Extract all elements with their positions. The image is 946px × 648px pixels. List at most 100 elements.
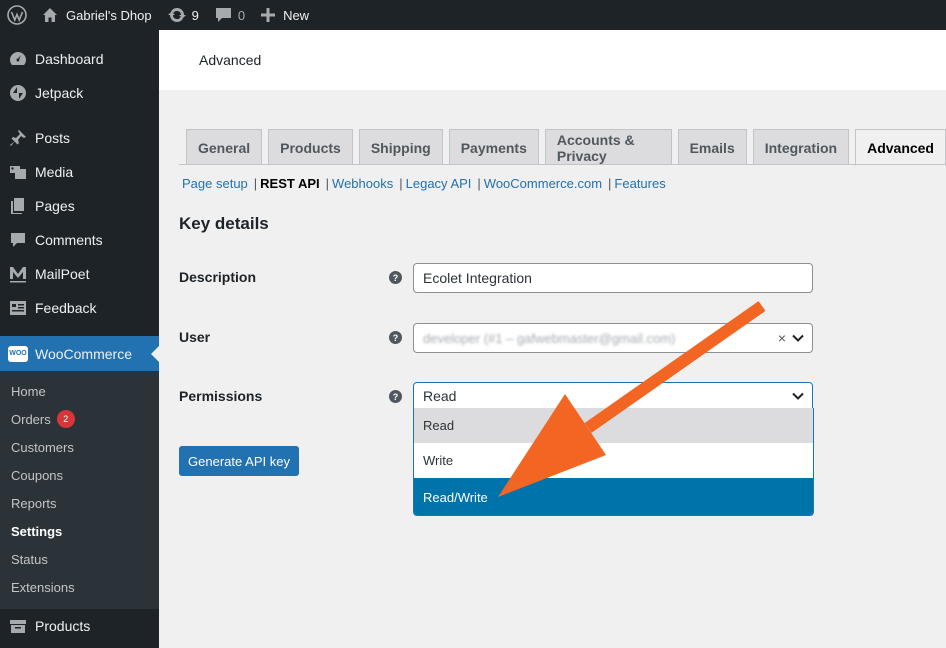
sidebar-item-label: MailPoet xyxy=(35,266,90,282)
comments-count: 0 xyxy=(237,7,246,23)
site-name: Gabriel's Dhop xyxy=(66,7,152,23)
tab-products[interactable]: Products xyxy=(268,129,353,165)
permissions-label: Permissions xyxy=(179,388,263,404)
tabs-divider xyxy=(179,164,946,165)
sidebar-item-label: Products xyxy=(35,618,91,634)
user-select[interactable]: developer (#1 – gafwebmaster@gmail.com) … xyxy=(413,323,813,353)
subsection-legacy-api[interactable]: Legacy API xyxy=(406,176,472,191)
sidebar-item-label: Jetpack xyxy=(35,85,84,101)
subsection-page-setup[interactable]: Page setup xyxy=(182,176,248,191)
sidebar-item-posts[interactable]: Posts xyxy=(0,121,159,155)
tab-general[interactable]: General xyxy=(186,129,263,165)
subsection-features[interactable]: Features xyxy=(614,176,665,191)
help-icon[interactable]: ? xyxy=(389,331,402,344)
sidebar-item-comments[interactable]: Comments xyxy=(0,223,159,257)
description-label: Description xyxy=(179,269,257,285)
subsection-separator: | xyxy=(325,176,330,191)
comments-link[interactable]: 0 xyxy=(207,0,253,30)
subsection-separator: | xyxy=(608,176,612,191)
jetpack-icon xyxy=(8,83,28,103)
permission-option-write[interactable]: Write xyxy=(414,443,813,478)
new-label: New xyxy=(283,7,310,23)
description-input[interactable]: Ecolet Integration xyxy=(413,263,813,293)
sidebar-item-label: Pages xyxy=(35,198,75,214)
submenu-item-extensions[interactable]: Extensions xyxy=(0,573,159,601)
tab-emails[interactable]: Emails xyxy=(677,129,747,165)
woocommerce-submenu: Home Orders 2 Customers Coupons Reports … xyxy=(0,371,159,609)
sidebar-item-woocommerce[interactable]: WOO WooCommerce xyxy=(0,336,159,371)
description-value: Ecolet Integration xyxy=(423,270,532,286)
sidebar-item-label: Comments xyxy=(35,232,103,248)
key-details-heading: Key details xyxy=(179,214,269,233)
sidebar-item-label: Posts xyxy=(35,130,71,146)
home-icon xyxy=(43,8,57,22)
sidebar-item-label: Feedback xyxy=(35,300,97,316)
site-name-link[interactable]: Gabriel's Dhop xyxy=(34,0,160,30)
media-icon xyxy=(8,162,28,182)
sidebar-item-feedback[interactable]: Feedback xyxy=(0,291,159,325)
permissions-select[interactable]: Read xyxy=(413,382,813,409)
sidebar-item-mailpoet[interactable]: MailPoet xyxy=(0,257,159,291)
user-value: developer (#1 – gafwebmaster@gmail.com) xyxy=(423,330,676,346)
woo-badge-text: WOO xyxy=(8,345,28,362)
submenu-item-orders[interactable]: Orders 2 xyxy=(0,405,159,433)
sidebar-item-label: WooCommerce xyxy=(35,345,132,362)
tab-advanced[interactable]: Advanced xyxy=(855,129,946,166)
submenu-item-coupons[interactable]: Coupons xyxy=(0,461,159,489)
pin-icon xyxy=(8,128,28,148)
admin-sidebar: Dashboard Jetpack Posts Media Pages Comm… xyxy=(0,30,159,648)
pages-icon xyxy=(8,196,28,216)
subsection-woocommerce-com[interactable]: WooCommerce.com xyxy=(484,176,602,191)
woocommerce-icon: WOO xyxy=(8,344,28,364)
help-icon[interactable]: ? xyxy=(389,271,402,284)
clear-icon[interactable]: × xyxy=(778,330,786,346)
sidebar-item-label: Media xyxy=(35,164,74,180)
permission-option-read-write[interactable]: Read/Write xyxy=(414,478,813,515)
subsection-separator: | xyxy=(399,176,403,191)
settings-tabs: General Products Shipping Payments Accou… xyxy=(186,129,946,166)
sidebar-item-media[interactable]: Media xyxy=(0,155,159,189)
chevron-down-icon xyxy=(792,392,804,400)
dashboard-icon xyxy=(8,49,28,69)
page-header: Advanced xyxy=(159,30,946,90)
new-content-link[interactable]: New xyxy=(253,0,317,30)
wordpress-logo-icon[interactable] xyxy=(0,0,34,30)
sidebar-item-products[interactable]: Products xyxy=(0,609,159,643)
comment-bubble-icon xyxy=(215,8,231,22)
submenu-item-label: Orders xyxy=(11,411,51,427)
sidebar-item-jetpack[interactable]: Jetpack xyxy=(0,76,159,110)
help-icon[interactable]: ? xyxy=(389,390,402,403)
submenu-item-reports[interactable]: Reports xyxy=(0,489,159,517)
tab-accounts-privacy[interactable]: Accounts & Privacy xyxy=(544,129,672,165)
sidebar-item-pages[interactable]: Pages xyxy=(0,189,159,223)
archive-icon xyxy=(8,616,28,636)
subsection-nav: Page setup | REST API | Webhooks | Legac… xyxy=(182,176,666,191)
plus-icon xyxy=(261,8,276,22)
user-label: User xyxy=(179,329,211,345)
submenu-item-settings[interactable]: Settings xyxy=(0,517,159,545)
generate-api-key-button[interactable]: Generate API key xyxy=(179,446,299,476)
mailpoet-icon xyxy=(8,264,28,284)
permissions-dropdown: Read Write Read/Write xyxy=(413,408,814,516)
submenu-item-customers[interactable]: Customers xyxy=(0,433,159,461)
subsection-rest-api[interactable]: REST API xyxy=(260,176,319,191)
submenu-item-home[interactable]: Home xyxy=(0,377,159,405)
chevron-down-icon xyxy=(792,334,804,342)
updates-icon xyxy=(167,8,186,22)
subsection-separator: | xyxy=(253,176,258,191)
permission-option-read[interactable]: Read xyxy=(414,408,813,443)
updates-count: 9 xyxy=(191,7,199,23)
tab-shipping[interactable]: Shipping xyxy=(358,129,443,165)
sidebar-item-dashboard[interactable]: Dashboard xyxy=(0,42,159,76)
orders-count-badge: 2 xyxy=(56,410,75,428)
permissions-value: Read xyxy=(423,387,457,404)
tab-payments[interactable]: Payments xyxy=(448,129,539,165)
submenu-item-status[interactable]: Status xyxy=(0,545,159,573)
updates-link[interactable]: 9 xyxy=(160,0,207,30)
subsection-separator: | xyxy=(477,176,481,191)
tab-integration[interactable]: Integration xyxy=(752,129,850,165)
subsection-webhooks[interactable]: Webhooks xyxy=(332,176,393,191)
comment-icon xyxy=(8,230,28,250)
feedback-icon xyxy=(8,298,28,318)
admin-bar: Gabriel's Dhop 9 0 New xyxy=(0,0,946,30)
